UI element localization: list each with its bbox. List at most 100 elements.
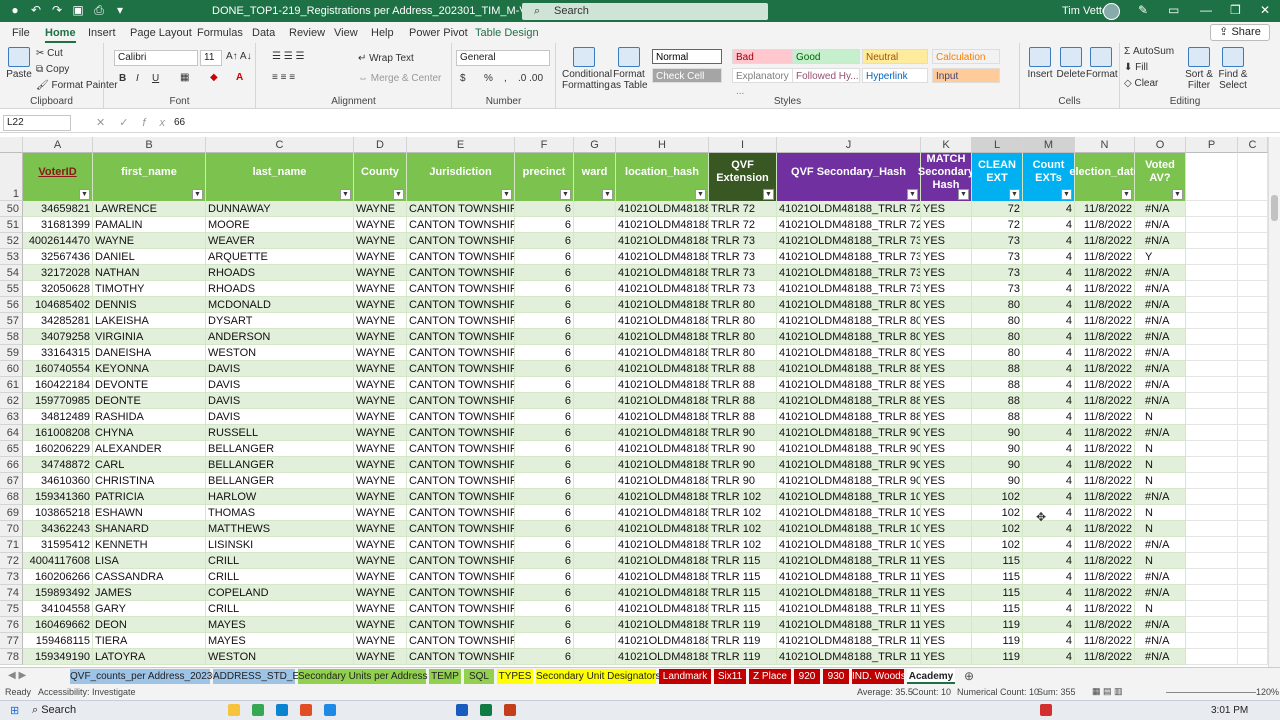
header-clean-ext[interactable]: CLEAN EXT ▼	[972, 153, 1023, 201]
column-header[interactable]: K	[921, 137, 972, 153]
cell-match-secondary-hash[interactable]: YES	[921, 617, 972, 633]
empty-cell[interactable]	[1186, 521, 1238, 537]
name-box[interactable]: L22	[3, 115, 71, 131]
cell-location-hash[interactable]: 41021OLDM48188	[616, 329, 709, 345]
cell-first-name[interactable]: JAMES	[93, 585, 206, 601]
cell-county[interactable]: WAYNE	[354, 377, 407, 393]
column-header[interactable]: I	[709, 137, 777, 153]
cell-first-name[interactable]: LISA	[93, 553, 206, 569]
column-header[interactable]: N	[1075, 137, 1135, 153]
avatar[interactable]	[1103, 3, 1120, 20]
cell-jurisdiction[interactable]: CANTON TOWNSHIP	[407, 281, 515, 297]
cell-first-name[interactable]: PAMALIN	[93, 217, 206, 233]
row-header[interactable]: 52	[0, 233, 23, 249]
cell-precinct[interactable]: 6	[515, 601, 574, 617]
cell-clean-ext[interactable]: 90	[972, 425, 1023, 441]
comma-button[interactable]: ,	[504, 73, 507, 84]
cell-voted-av[interactable]: #N/A	[1135, 585, 1186, 601]
cell-location-hash[interactable]: 41021OLDM48188	[616, 201, 709, 217]
cell-match-secondary-hash[interactable]: YES	[921, 457, 972, 473]
number-format-dropdown[interactable]: General	[456, 50, 550, 66]
cell-first-name[interactable]: DENNIS	[93, 297, 206, 313]
empty-cell[interactable]	[1238, 249, 1268, 265]
filter-dropdown-icon[interactable]: ▼	[1061, 189, 1072, 200]
cell-qvf-secondary-hash[interactable]: 41021OLDM48188_TRLR 90	[777, 425, 921, 441]
percent-button[interactable]: %	[484, 73, 493, 84]
cell-precinct[interactable]: 6	[515, 633, 574, 649]
cell-clean-ext[interactable]: 73	[972, 249, 1023, 265]
cell-qvf-secondary-hash[interactable]: 41021OLDM48188_TRLR 90	[777, 457, 921, 473]
cell-county[interactable]: WAYNE	[354, 281, 407, 297]
row-header[interactable]: 69	[0, 505, 23, 521]
cell-last-name[interactable]: HARLOW	[206, 489, 354, 505]
cell-qvf-extension[interactable]: TRLR 115	[709, 601, 777, 617]
cell-clean-ext[interactable]: 80	[972, 313, 1023, 329]
cell-match-secondary-hash[interactable]: YES	[921, 377, 972, 393]
cell-precinct[interactable]: 6	[515, 329, 574, 345]
tab-insert[interactable]: Insert	[88, 27, 116, 39]
print-icon[interactable]: ⎙	[92, 3, 106, 17]
cell-clean-ext[interactable]: 72	[972, 217, 1023, 233]
cell-voter-id[interactable]: 103865218	[23, 505, 93, 521]
sheet-tab[interactable]: TYPES	[497, 669, 533, 684]
cell-clean-ext[interactable]: 102	[972, 537, 1023, 553]
cell-match-secondary-hash[interactable]: YES	[921, 553, 972, 569]
cell-voter-id[interactable]: 34362243	[23, 521, 93, 537]
cell-county[interactable]: WAYNE	[354, 505, 407, 521]
excel-icon[interactable]	[480, 704, 492, 716]
insert-cells-button[interactable]: Insert	[1026, 47, 1054, 80]
cell-county[interactable]: WAYNE	[354, 537, 407, 553]
cell-qvf-secondary-hash[interactable]: 41021OLDM48188_TRLR 88	[777, 361, 921, 377]
cell-match-secondary-hash[interactable]: YES	[921, 569, 972, 585]
filter-dropdown-icon[interactable]: ▼	[1009, 189, 1020, 200]
cell-election-date[interactable]: 11/8/2022	[1075, 409, 1135, 425]
cell-voter-id[interactable]: 33164315	[23, 345, 93, 361]
cell-last-name[interactable]: WESTON	[206, 649, 354, 665]
cell-first-name[interactable]: ESHAWN	[93, 505, 206, 521]
empty-cell[interactable]	[1186, 617, 1238, 633]
cell-last-name[interactable]: RHOADS	[206, 281, 354, 297]
cell-first-name[interactable]: CHYNA	[93, 425, 206, 441]
column-header[interactable]: F	[515, 137, 574, 153]
cell-location-hash[interactable]: 41021OLDM48188	[616, 457, 709, 473]
row-header[interactable]: 64	[0, 425, 23, 441]
cell-count-exts[interactable]: 4	[1023, 217, 1075, 233]
cell-match-secondary-hash[interactable]: YES	[921, 201, 972, 217]
cell-first-name[interactable]: LATOYRA	[93, 649, 206, 665]
cell-voted-av[interactable]: #N/A	[1135, 329, 1186, 345]
empty-cell[interactable]	[1186, 441, 1238, 457]
cell-qvf-extension[interactable]: TRLR 90	[709, 441, 777, 457]
cell-county[interactable]: WAYNE	[354, 649, 407, 665]
row-header[interactable]: 1	[0, 153, 23, 201]
save-icon[interactable]: ▣	[71, 3, 85, 17]
cell-election-date[interactable]: 11/8/2022	[1075, 377, 1135, 393]
column-header[interactable]: P	[1186, 137, 1238, 153]
empty-cell[interactable]	[1238, 617, 1268, 633]
cell-style-good[interactable]: Good	[792, 49, 860, 64]
cell-jurisdiction[interactable]: CANTON TOWNSHIP	[407, 441, 515, 457]
cell-qvf-extension[interactable]: TRLR 102	[709, 489, 777, 505]
row-header[interactable]: 77	[0, 633, 23, 649]
cell-match-secondary-hash[interactable]: YES	[921, 393, 972, 409]
cell-location-hash[interactable]: 41021OLDM48188	[616, 585, 709, 601]
cell-county[interactable]: WAYNE	[354, 441, 407, 457]
cell-voted-av[interactable]: #N/A	[1135, 569, 1186, 585]
filter-dropdown-icon[interactable]: ▼	[560, 189, 571, 200]
cell-match-secondary-hash[interactable]: YES	[921, 233, 972, 249]
cell-match-secondary-hash[interactable]: YES	[921, 473, 972, 489]
header-precinct[interactable]: precinct ▼	[515, 153, 574, 201]
bold-button[interactable]: B	[119, 73, 126, 84]
cell-voted-av[interactable]: N	[1135, 409, 1186, 425]
cell-clean-ext[interactable]: 115	[972, 585, 1023, 601]
sheet-tab[interactable]: Secondary Units per Address	[298, 669, 428, 684]
cell-election-date[interactable]: 11/8/2022	[1075, 249, 1135, 265]
cell-match-secondary-hash[interactable]: YES	[921, 649, 972, 665]
row-header[interactable]: 62	[0, 393, 23, 409]
cell-county[interactable]: WAYNE	[354, 201, 407, 217]
cell-voted-av[interactable]: #N/A	[1135, 233, 1186, 249]
cell-county[interactable]: WAYNE	[354, 425, 407, 441]
cell-qvf-secondary-hash[interactable]: 41021OLDM48188_TRLR 115	[777, 585, 921, 601]
cell-county[interactable]: WAYNE	[354, 409, 407, 425]
cell-first-name[interactable]: ALEXANDER	[93, 441, 206, 457]
conditional-formatting-button[interactable]: Conditional Formatting	[562, 47, 612, 91]
